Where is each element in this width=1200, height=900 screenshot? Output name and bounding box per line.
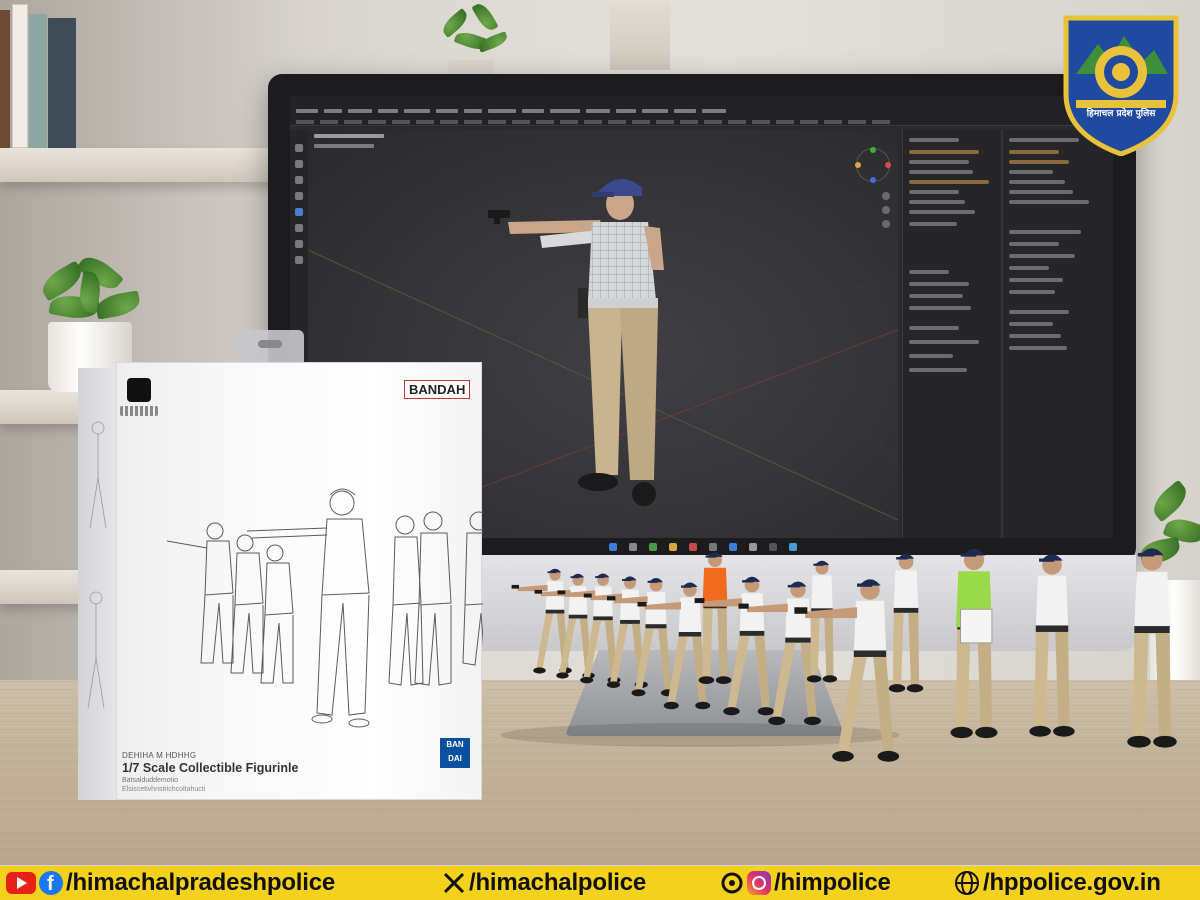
logo-hindi-text: हिमाचल प्रदेश पुलिस <box>1086 109 1156 119</box>
footer-threads-instagram[interactable]: /himpolice <box>720 866 891 900</box>
website-url[interactable]: hppolice.gov.in <box>989 869 1160 897</box>
facebook-icon[interactable]: f <box>39 871 63 895</box>
facebook-handle[interactable]: /himachalpradeshpolice <box>66 869 335 897</box>
x-handle[interactable]: /himachalpolice <box>469 869 646 897</box>
police-figurines-drill <box>500 548 1177 762</box>
footer-youtube-facebook[interactable]: f /himachalpradeshpolice <box>6 866 335 900</box>
instagram-icon[interactable] <box>747 871 771 895</box>
himachal-police-logo <box>1063 15 1179 156</box>
social-footer-bar: f /himachalpradeshpolice /himachalpolice… <box>0 866 1200 900</box>
globe-icon[interactable] <box>954 870 980 896</box>
threads-icon[interactable] <box>720 871 744 895</box>
youtube-icon[interactable] <box>6 872 36 894</box>
x-icon[interactable] <box>442 871 466 895</box>
instagram-handle[interactable]: /himpolice <box>774 869 891 897</box>
footer-website[interactable]: / hppolice.gov.in <box>954 866 1161 900</box>
footer-x[interactable]: /himachalpolice <box>442 866 646 900</box>
